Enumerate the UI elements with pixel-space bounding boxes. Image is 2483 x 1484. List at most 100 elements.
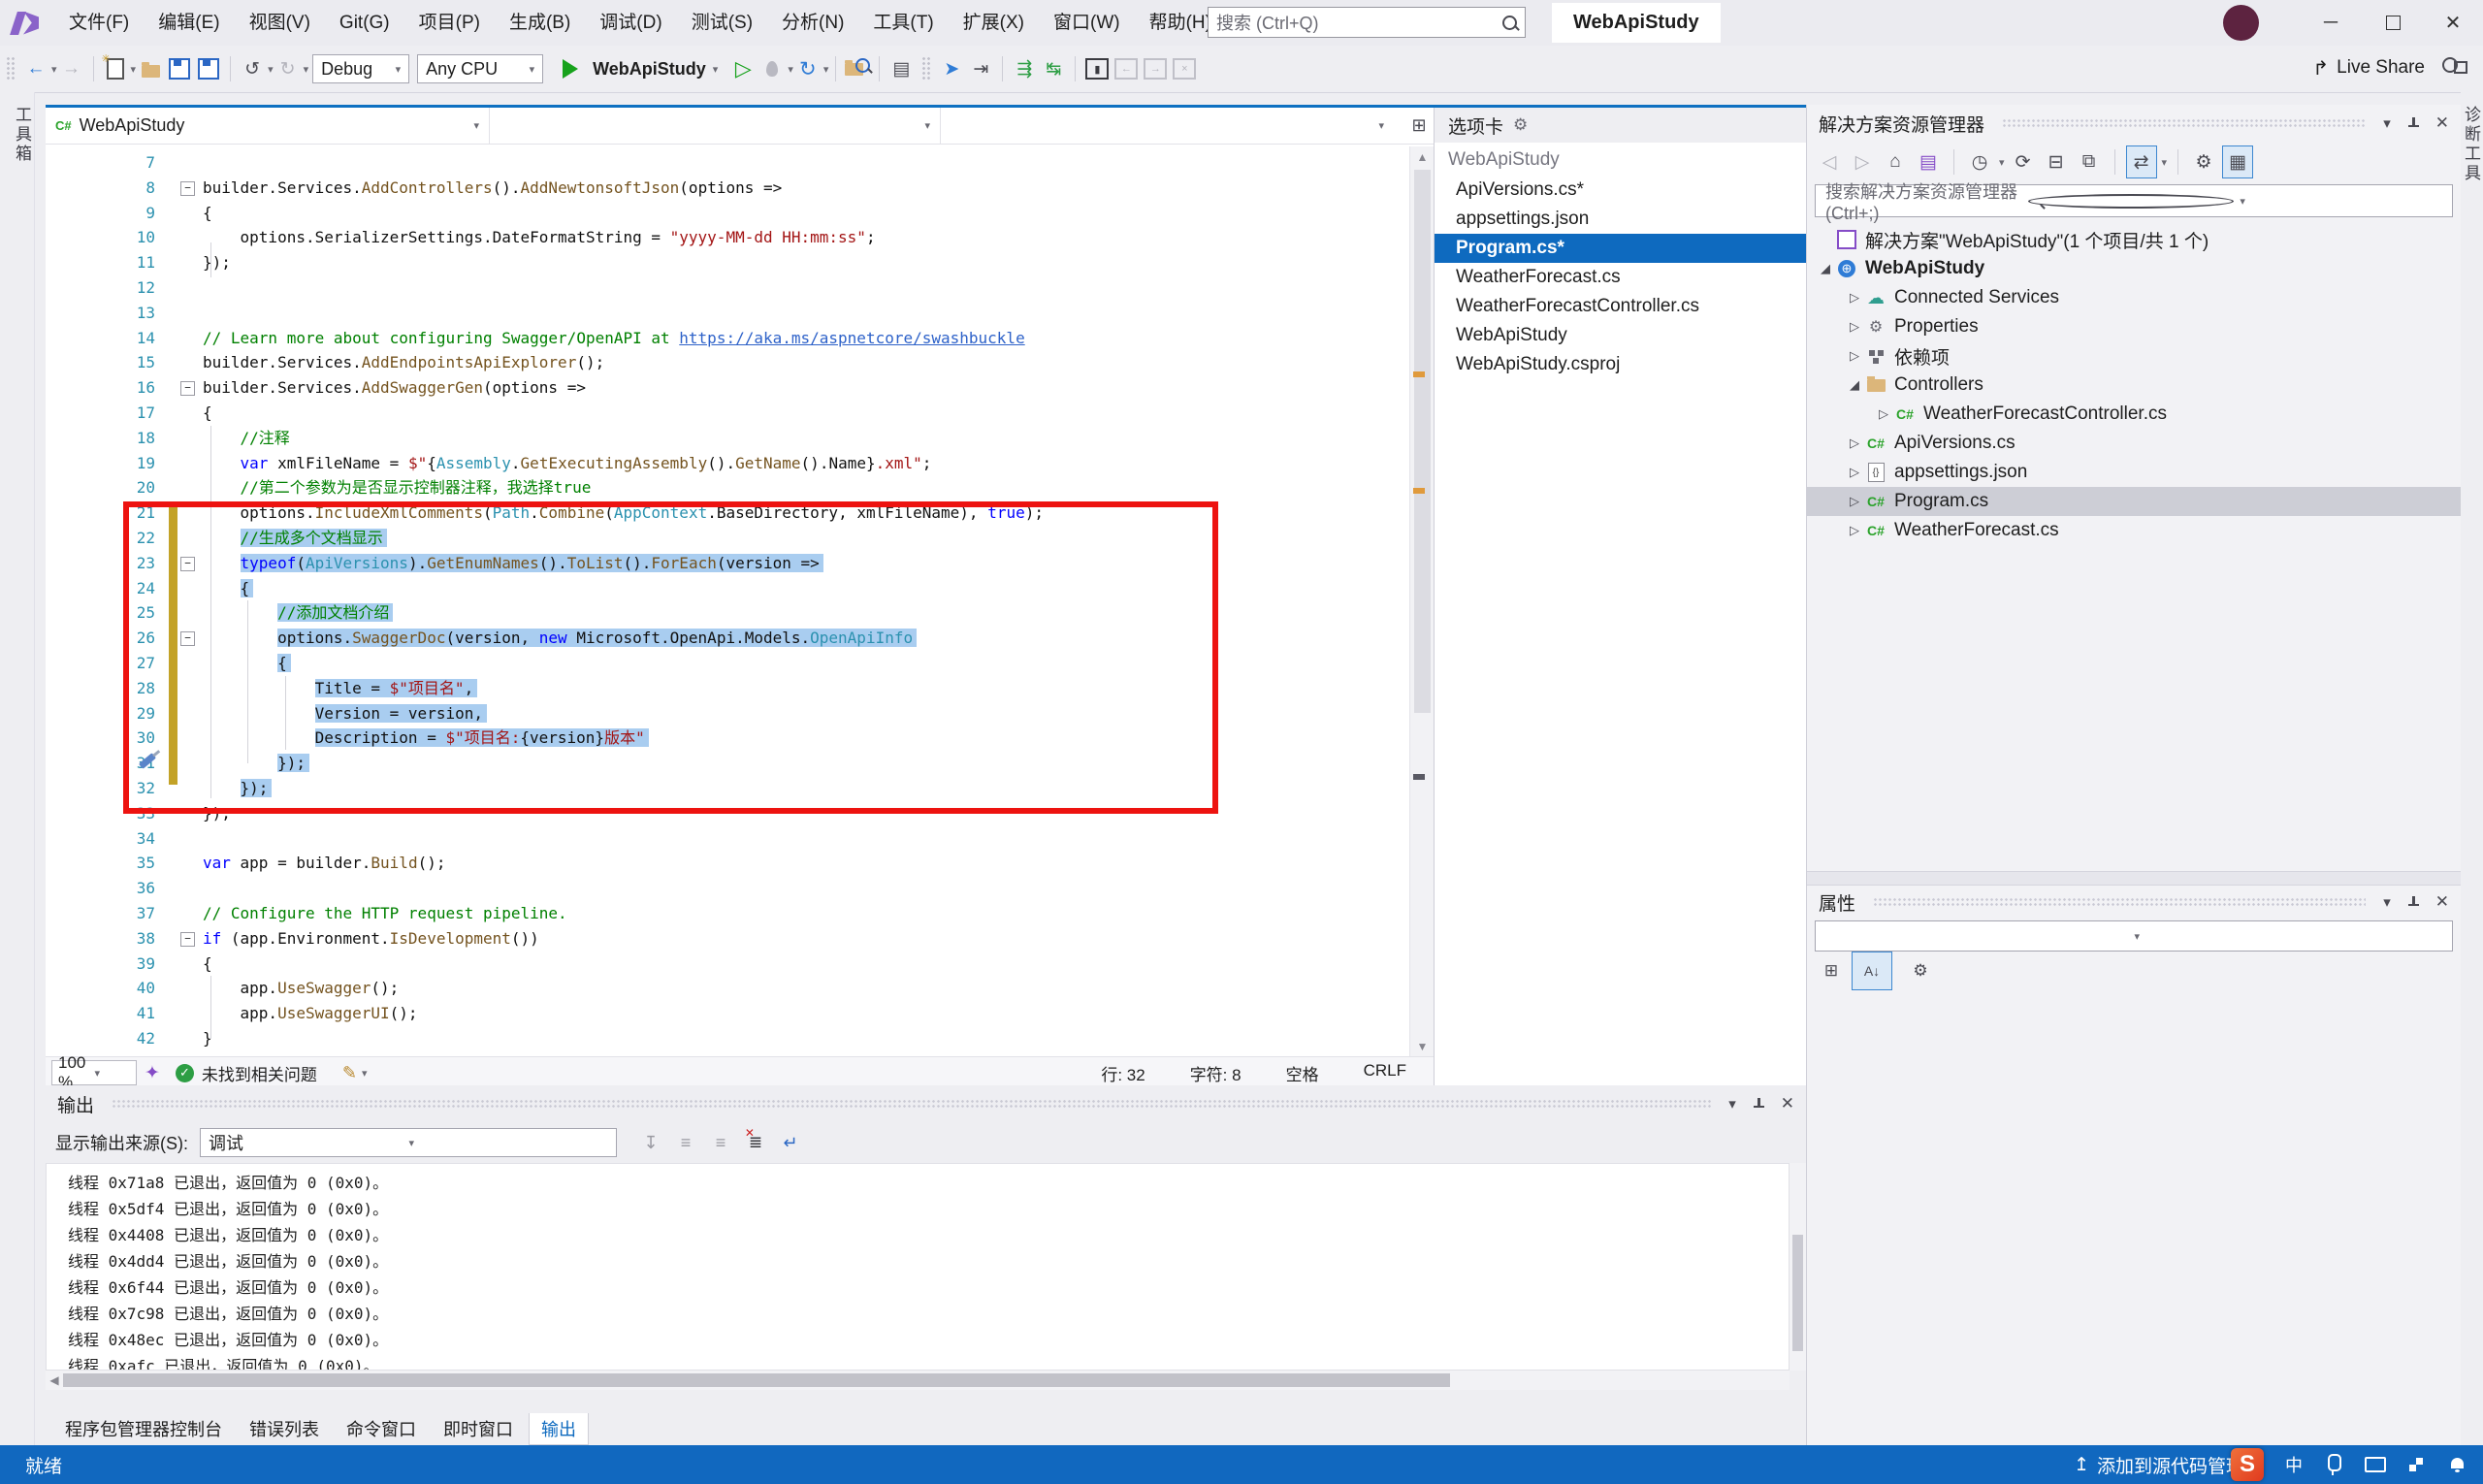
code-line[interactable]: 40 app.UseSwagger(); [46, 976, 1409, 1001]
add-to-source-control-button[interactable]: ↥ 添加到源代码管理 [2074, 1452, 2244, 1478]
sync-with-active-document-icon[interactable]: ⇄ [2126, 145, 2157, 178]
format-list-icon[interactable]: ⇶ [1011, 53, 1038, 84]
tree-item[interactable]: ▷C#WeatherForecast.cs [1807, 516, 2461, 545]
pending-changes-filter-icon[interactable]: ◷ [1965, 146, 1994, 177]
fold-margin[interactable] [155, 350, 203, 375]
menu-item[interactable]: 编辑(E) [144, 1, 234, 46]
intellicode-icon[interactable]: ✦ [145, 1062, 160, 1084]
select-cursor-icon[interactable]: ➤ [938, 53, 965, 84]
gear-icon[interactable]: ⚙ [1513, 115, 1528, 135]
fold-margin[interactable] [155, 901, 203, 926]
fold-margin[interactable] [155, 451, 203, 476]
menu-item[interactable]: 工具(T) [858, 1, 948, 46]
code-line[interactable]: 15builder.Services.AddEndpointsApiExplor… [46, 350, 1409, 375]
diagnostics-rail-tab[interactable]: 诊断工具 [2461, 92, 2483, 1459]
window-layout-icon[interactable]: ▤ [887, 53, 915, 84]
tree-expand-arrow[interactable]: ▷ [1844, 465, 1865, 480]
code-line[interactable]: 20 //第二个参数为是否显示控制器注释，我选择true [46, 475, 1409, 500]
status-space-mode[interactable]: 空格 [1286, 1061, 1319, 1085]
code-line[interactable]: 42} [46, 1026, 1409, 1051]
start-without-debug-icon[interactable]: ▷ [729, 53, 757, 84]
menu-item[interactable]: 测试(S) [677, 1, 767, 46]
code-line[interactable]: 9{ [46, 201, 1409, 226]
fold-margin[interactable] [155, 976, 203, 1001]
collapse-all-icon[interactable]: ⊟ [2042, 146, 2071, 177]
code-line[interactable]: 36 [46, 876, 1409, 901]
tab-item[interactable]: WeatherForecastController.cs [1435, 292, 1807, 321]
tree-item[interactable]: ◢⊕WebApiStudy [1807, 254, 2461, 283]
fold-margin[interactable] [155, 326, 203, 351]
close-icon[interactable]: ✕ [2435, 892, 2449, 912]
fold-margin[interactable] [155, 201, 203, 226]
alphabetical-sort-icon[interactable]: A↓ [1852, 952, 1892, 990]
code-line[interactable]: 39{ [46, 952, 1409, 977]
live-share-button[interactable]: ↱ Live Share [2312, 46, 2425, 90]
panel-tab[interactable]: 输出 [529, 1413, 589, 1445]
start-debug-icon[interactable] [557, 53, 584, 84]
fold-margin[interactable] [155, 876, 203, 901]
tree-item[interactable]: ▷⚙Properties [1807, 312, 2461, 341]
save-icon[interactable] [166, 53, 193, 84]
breadcrumb-project-dropdown[interactable]: C# WebApiStudy▾ [46, 108, 490, 144]
fold-margin[interactable] [155, 401, 203, 426]
navigate-back-icon[interactable]: ← [22, 53, 49, 84]
status-eol-mode[interactable]: CRLF [1364, 1061, 1406, 1085]
refresh-icon[interactable]: ⟳ [2009, 146, 2038, 177]
sort-lines-icon[interactable]: ↹ [1040, 53, 1067, 84]
panel-tab[interactable]: 程序包管理器控制台 [53, 1413, 234, 1444]
breadcrumb-member-dropdown[interactable]: ▾ [941, 108, 1394, 144]
fold-margin[interactable] [155, 826, 203, 852]
keyboard-icon[interactable] [2365, 1454, 2386, 1475]
fold-margin[interactable]: − [155, 176, 203, 201]
grid-icon[interactable] [2405, 1454, 2427, 1475]
tree-item[interactable]: ▷C#WeatherForecastController.cs [1807, 400, 2461, 429]
code-line[interactable]: 35var app = builder.Build(); [46, 851, 1409, 876]
navigate-forward-icon[interactable]: → [58, 53, 85, 84]
goto-message-icon[interactable]: ↧ [636, 1128, 665, 1157]
tree-collapse-arrow[interactable]: ◢ [1844, 377, 1865, 393]
solution-explorer-search[interactable]: 搜索解决方案资源管理器(Ctrl+;) ▾ [1815, 184, 2453, 217]
breadcrumb-type-dropdown[interactable]: ▾ [490, 108, 941, 144]
fold-margin[interactable] [155, 1001, 203, 1026]
menu-item[interactable]: Git(G) [325, 1, 404, 46]
editor-scrollbar[interactable]: ▲ ▼ [1409, 146, 1435, 1057]
clear-all-icon[interactable]: ≣ [741, 1128, 770, 1157]
pin-icon[interactable] [2406, 116, 2420, 130]
tree-item[interactable]: ▷☁Connected Services [1807, 283, 2461, 312]
tree-expand-arrow[interactable]: ▷ [1844, 436, 1865, 451]
step-into-icon[interactable]: ⇥ [967, 53, 994, 84]
clear-bookmarks-icon[interactable]: × [1173, 58, 1196, 80]
tab-item[interactable]: WeatherForecast.cs [1435, 263, 1807, 292]
fold-margin[interactable] [155, 475, 203, 500]
word-wrap-icon[interactable]: ↵ [776, 1128, 805, 1157]
new-project-icon[interactable] [102, 53, 129, 84]
menu-item[interactable]: 扩展(X) [949, 1, 1039, 46]
code-line[interactable]: 34 [46, 826, 1409, 852]
tree-item[interactable]: ▷C#ApiVersions.cs [1807, 429, 2461, 458]
panel-tab[interactable]: 命令窗口 [335, 1413, 428, 1444]
tree-expand-arrow[interactable]: ▷ [1844, 290, 1865, 306]
tree-collapse-arrow[interactable]: ◢ [1815, 261, 1836, 276]
menu-item[interactable]: 视图(V) [235, 1, 325, 46]
tab-item[interactable]: WebApiStudy.csproj [1435, 350, 1807, 379]
toolbar-grip[interactable] [921, 56, 931, 81]
tree-item[interactable]: ◢Controllers [1807, 371, 2461, 400]
code-line[interactable]: 41 app.UseSwaggerUI(); [46, 1001, 1409, 1026]
menu-item[interactable]: 窗口(W) [1039, 1, 1135, 46]
microphone-icon[interactable] [2324, 1454, 2345, 1475]
code-line[interactable]: 38−if (app.Environment.IsDevelopment()) [46, 926, 1409, 952]
redo-icon[interactable]: ↻ [274, 53, 302, 84]
window-position-icon[interactable]: ▾ [1728, 1095, 1736, 1113]
code-line[interactable]: 8−builder.Services.AddControllers().AddN… [46, 176, 1409, 201]
undo-icon[interactable]: ↺ [239, 53, 266, 84]
tree-item[interactable]: ▷{}appsettings.json [1807, 458, 2461, 487]
close-button[interactable]: ✕ [2423, 0, 2483, 45]
menu-item[interactable]: 文件(F) [54, 1, 144, 46]
menu-item[interactable]: 生成(B) [495, 1, 585, 46]
notifications-bell-icon[interactable] [2446, 1454, 2467, 1475]
code-line[interactable]: 17{ [46, 401, 1409, 426]
tree-expand-arrow[interactable]: ▷ [1844, 348, 1865, 364]
code-line[interactable]: 12 [46, 275, 1409, 301]
menu-item[interactable]: 项目(P) [404, 1, 495, 46]
show-all-files-icon[interactable]: ▦ [2222, 145, 2253, 178]
